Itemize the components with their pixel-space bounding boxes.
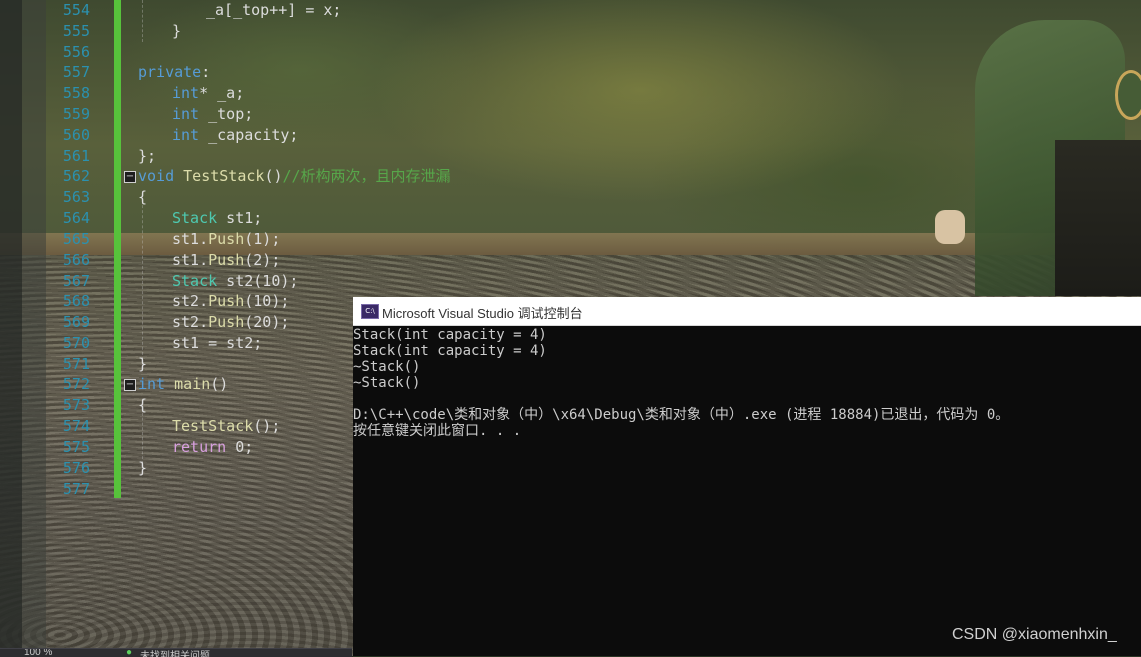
console-line: Stack(int capacity = 4) (353, 327, 547, 343)
line-number: 556 (62, 43, 90, 61)
line-number: 561 (62, 147, 90, 165)
line-number-gutter: 554 555 556 557 558 559 560 561 562 563 … (46, 0, 114, 500)
watermark: CSDN @xiaomenhxin_ (952, 626, 1117, 643)
code-line[interactable]: st2.Push(20); (172, 312, 289, 333)
code-line[interactable]: int main() (138, 374, 228, 395)
console-line: ~Stack() (353, 375, 421, 391)
code-line[interactable]: } (138, 458, 147, 479)
line-number: 565 (62, 230, 90, 248)
code-line[interactable]: private: (138, 62, 210, 83)
indent-guide (142, 408, 143, 464)
console-output[interactable]: Stack(int capacity = 4) Stack(int capaci… (353, 326, 1141, 656)
line-number: 572 (62, 375, 90, 393)
code-line[interactable]: int* _a; (172, 83, 244, 104)
code-line[interactable]: Stack st1; (172, 208, 262, 229)
code-line[interactable]: { (138, 187, 147, 208)
line-number: 562 (62, 167, 90, 185)
code-line[interactable]: int _top; (172, 104, 253, 125)
code-line[interactable]: _a[_top++] = x; (206, 0, 341, 21)
indent-guide (142, 0, 143, 42)
line-number: 559 (62, 105, 90, 123)
code-line[interactable]: void TestStack()//析构两次，且内存泄漏 (138, 166, 451, 187)
line-number: 571 (62, 355, 90, 373)
console-line: ~Stack() (353, 359, 421, 375)
line-number: 560 (62, 126, 90, 144)
console-title: Microsoft Visual Studio 调试控制台 (382, 306, 583, 321)
code-line[interactable]: } (138, 354, 147, 375)
console-app-icon: C:\ (361, 304, 379, 319)
line-number: 564 (62, 209, 90, 227)
console-line: 按任意键关闭此窗口. . . (353, 423, 522, 439)
line-number: 563 (62, 188, 90, 206)
console-line: Stack(int capacity = 4) (353, 343, 547, 359)
line-number: 575 (62, 438, 90, 456)
code-line[interactable]: { (138, 395, 147, 416)
line-number: 554 (62, 1, 90, 19)
line-number: 557 (62, 63, 90, 81)
code-line[interactable]: Stack st2(10); (172, 271, 298, 292)
code-line[interactable]: return 0; (172, 437, 253, 458)
editor-left-margin (0, 0, 22, 656)
console-titlebar[interactable]: C:\ Microsoft Visual Studio 调试控制台 (353, 297, 1141, 326)
code-line[interactable]: } (172, 21, 181, 42)
code-line[interactable]: TestStack(); (172, 416, 280, 437)
console-line: D:\C++\code\类和对象（中）\x64\Debug\类和对象（中）.ex… (353, 407, 1010, 423)
code-line[interactable]: int _capacity; (172, 125, 298, 146)
code-line[interactable]: st1.Push(1); (172, 229, 280, 250)
line-number: 573 (62, 396, 90, 414)
indent-guide (142, 200, 143, 360)
change-tracking-bar (114, 0, 121, 498)
line-number: 558 (62, 84, 90, 102)
line-number: 555 (62, 22, 90, 40)
line-number: 566 (62, 251, 90, 269)
code-line[interactable]: }; (138, 146, 156, 167)
line-number: 577 (62, 480, 90, 498)
line-number: 574 (62, 417, 90, 435)
line-number: 568 (62, 292, 90, 310)
character-hand (935, 210, 965, 244)
background-character-art (935, 0, 1141, 296)
debug-console-window[interactable]: C:\ Microsoft Visual Studio 调试控制台 Stack(… (353, 297, 1141, 656)
code-line[interactable]: st1.Push(2); (172, 250, 280, 271)
line-number: 567 (62, 272, 90, 290)
code-line[interactable]: st1 = st2; (172, 333, 262, 354)
line-number: 569 (62, 313, 90, 331)
line-number: 576 (62, 459, 90, 477)
character-skirt (1055, 140, 1141, 296)
line-number: 570 (62, 334, 90, 352)
code-line[interactable]: st2.Push(10); (172, 291, 289, 312)
character-emblem (1115, 70, 1141, 120)
